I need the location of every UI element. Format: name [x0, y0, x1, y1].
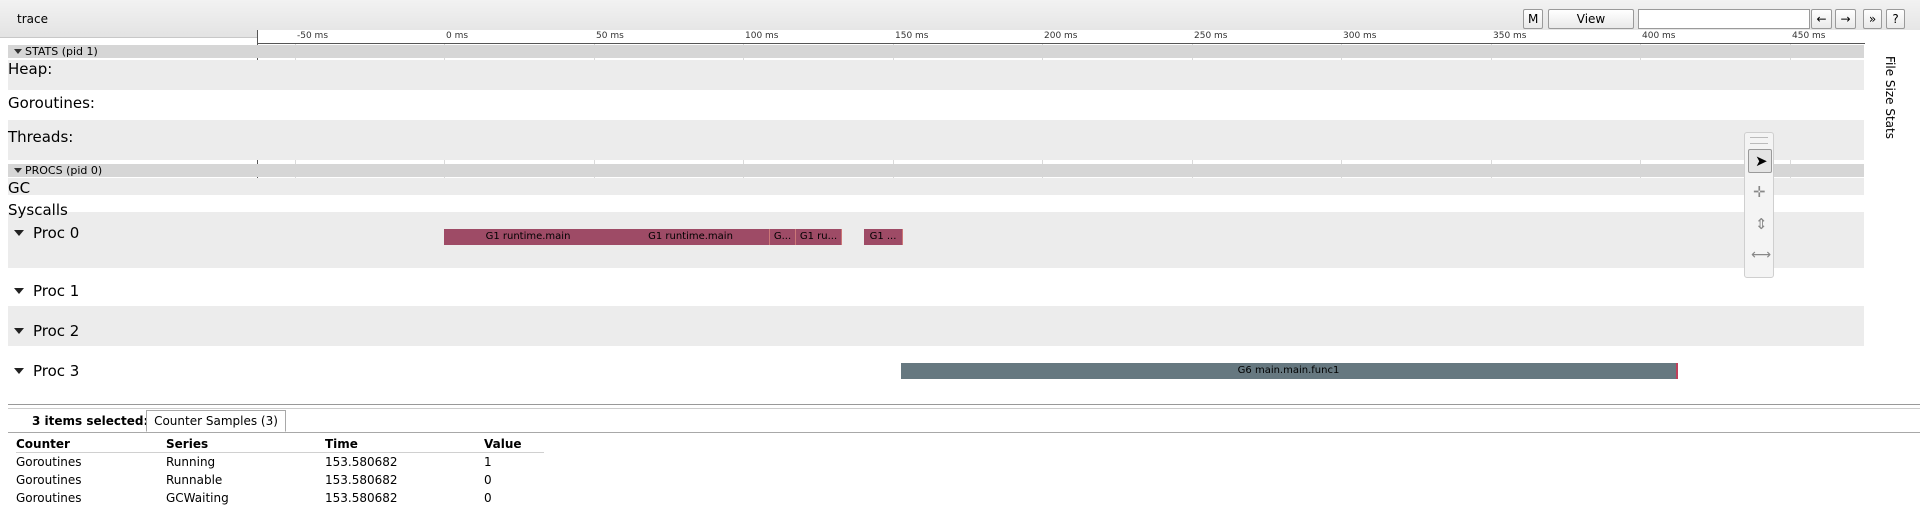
cell-counter: Goroutines: [16, 491, 82, 505]
ruler-tick-label: -50 ms: [297, 31, 329, 41]
cell-series: GCWaiting: [166, 491, 229, 505]
column-header-value[interactable]: Value: [484, 436, 544, 453]
track-row-background: [8, 120, 1864, 160]
find-previous-button[interactable]: ←: [1811, 9, 1832, 29]
cell-time: 153.580682: [325, 473, 398, 487]
m-button[interactable]: M: [1523, 9, 1543, 29]
cell-counter: Goroutines: [16, 473, 82, 487]
syscalls-label: Syscalls: [8, 201, 68, 219]
proc-0-slice[interactable]: G1 runtime.main: [612, 229, 770, 245]
search-input[interactable]: [1638, 9, 1810, 29]
timing-tool-button[interactable]: ⟷: [1748, 245, 1772, 269]
column-header-time[interactable]: Time: [325, 436, 484, 453]
cell-counter: Goroutines: [16, 455, 82, 469]
table-row[interactable]: Goroutines Running 153.580682 1: [16, 453, 544, 472]
selection-panel: 3 items selected: Counter Samples (3) Co…: [8, 404, 1920, 516]
panel-divider[interactable]: [8, 404, 1920, 409]
goroutines-label: Goroutines:: [8, 94, 95, 112]
cell-value: 0: [484, 473, 492, 487]
column-header-series[interactable]: Series: [166, 436, 325, 453]
stats-header-label: STATS (pid 1): [25, 45, 98, 58]
page-title: trace: [17, 12, 48, 26]
cell-time: 153.580682: [325, 455, 398, 469]
ruler-tick-label: 150 ms: [895, 31, 929, 41]
table-row[interactable]: Goroutines Runnable 153.580682 0: [16, 471, 544, 489]
cell-series: Runnable: [166, 473, 223, 487]
pan-tool-button[interactable]: ✛: [1748, 181, 1772, 205]
expand-button[interactable]: »: [1863, 9, 1882, 29]
proc-2-expand-icon[interactable]: [14, 328, 24, 334]
tab-counter-samples[interactable]: Counter Samples (3): [146, 410, 286, 432]
proc-2-label: Proc 2: [33, 322, 80, 340]
track-row-background: [8, 60, 1864, 90]
track-row-background: [8, 212, 1864, 268]
ruler-tick-label: 200 ms: [1044, 31, 1078, 41]
tool-palette: ➤ ✛ ⇕ ⟷: [1744, 132, 1774, 278]
help-button[interactable]: ?: [1886, 9, 1905, 29]
move-icon: ✛: [1753, 183, 1766, 201]
proc-0-slice[interactable]: G...: [770, 229, 796, 245]
view-options-button[interactable]: View Options ▾: [1548, 9, 1634, 44]
track-row-background: [8, 90, 1864, 120]
ruler-tick-label: 400 ms: [1642, 31, 1676, 41]
track-row-background: [8, 306, 1864, 346]
ruler-tick-label: 450 ms: [1792, 31, 1826, 41]
proc-0-slice[interactable]: G1 ru...: [796, 229, 842, 245]
ruler-tick-label: 0 ms: [446, 31, 469, 41]
ruler-tick-label: 250 ms: [1194, 31, 1228, 41]
track-row-background: [8, 268, 1864, 306]
find-next-button[interactable]: →: [1835, 9, 1856, 29]
counter-samples-table: Counter Series Time Value Goroutines Run…: [16, 436, 544, 507]
side-panel[interactable]: File Size Stats: [1865, 30, 1920, 402]
selection-tab-bar: 3 items selected: Counter Samples (3): [8, 410, 1920, 433]
proc-3-label: Proc 3: [33, 362, 80, 380]
file-size-stats-tab[interactable]: File Size Stats: [1883, 56, 1897, 139]
track-row-background: [8, 195, 1864, 212]
proc-1-label: Proc 1: [33, 282, 80, 300]
selection-summary: 3 items selected:: [32, 414, 149, 428]
column-header-counter[interactable]: Counter: [16, 436, 166, 453]
procs-header[interactable]: PROCS (pid 0): [8, 164, 1864, 177]
cursor-arrow-icon: ➤: [1755, 152, 1768, 170]
gc-label: GC: [8, 179, 31, 197]
cell-series: Running: [166, 455, 216, 469]
select-tool-button[interactable]: ➤: [1748, 149, 1772, 173]
table-row[interactable]: Goroutines GCWaiting 153.580682 0: [16, 489, 544, 507]
cell-value: 0: [484, 491, 492, 505]
palette-drag-handle[interactable]: [1750, 137, 1768, 144]
zoom-arrows-icon: ⇕: [1755, 215, 1768, 233]
timing-range-icon: ⟷: [1751, 247, 1772, 263]
proc-1-expand-icon[interactable]: [14, 288, 24, 294]
cell-value: 1: [484, 455, 492, 469]
proc-0-slice[interactable]: G1 runtime.main: [444, 229, 613, 245]
stats-header[interactable]: STATS (pid 1): [8, 45, 1864, 58]
ruler-tick-label: 300 ms: [1343, 31, 1377, 41]
proc-0-label: Proc 0: [33, 224, 80, 242]
track-row-background: [8, 178, 1864, 195]
collapse-triangle-icon: [14, 168, 22, 173]
procs-header-label: PROCS (pid 0): [25, 164, 103, 177]
threads-label: Threads:: [8, 128, 74, 146]
ruler-tick-label: 100 ms: [745, 31, 779, 41]
proc-3-expand-icon[interactable]: [14, 368, 24, 374]
ruler-tick-label: 350 ms: [1493, 31, 1527, 41]
proc-0-expand-icon[interactable]: [14, 230, 24, 236]
table-header-row: Counter Series Time Value: [16, 436, 544, 453]
ruler-tick-label: 50 ms: [596, 31, 624, 41]
timeline-view[interactable]: STATS (pid 1) Heap: Goroutines: Threads:…: [8, 30, 1873, 402]
cell-time: 153.580682: [325, 491, 398, 505]
proc-0-slice[interactable]: G1 ...: [864, 229, 903, 245]
proc-3-slice[interactable]: G6 main.main.func1: [901, 363, 1678, 379]
zoom-tool-button[interactable]: ⇕: [1748, 213, 1772, 237]
heap-label: Heap:: [8, 60, 53, 78]
collapse-triangle-icon: [14, 49, 22, 54]
